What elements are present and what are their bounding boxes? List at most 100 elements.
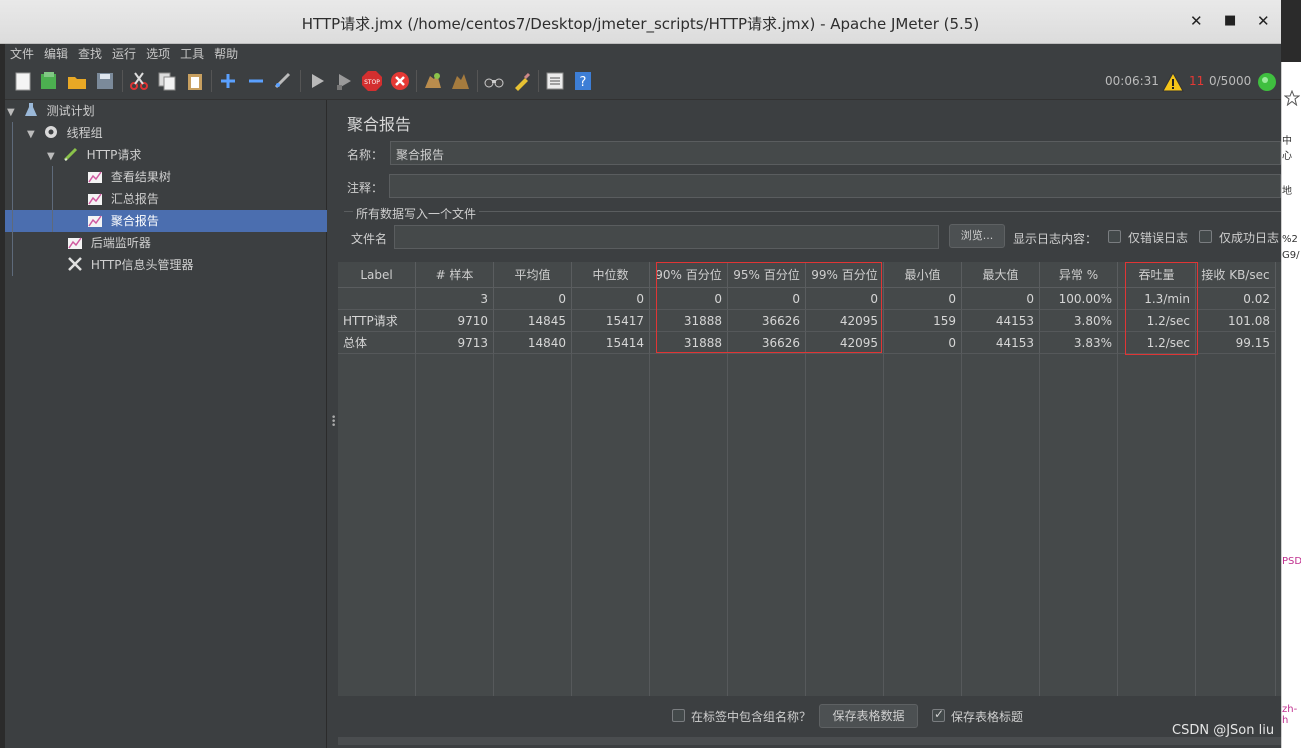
table-cell[interactable]: 14845 <box>494 310 572 332</box>
table-cell[interactable]: 0 <box>962 288 1040 310</box>
paste-icon[interactable] <box>184 70 206 92</box>
tree-item-thread-group[interactable]: ▼ 线程组 <box>27 122 103 144</box>
column-header[interactable]: 吞吐量 <box>1118 262 1196 288</box>
column-header[interactable]: 最小值 <box>884 262 962 288</box>
success-only-checkbox[interactable] <box>1199 230 1212 243</box>
shutdown-icon[interactable] <box>389 70 411 92</box>
tree-item-summary-report[interactable]: 汇总报告 <box>87 188 159 210</box>
comment-input[interactable] <box>389 174 1281 198</box>
collapse-arrow-icon[interactable]: ▼ <box>47 146 59 168</box>
maximize-button[interactable]: ■ <box>1224 13 1236 28</box>
table-cell[interactable]: 42095 <box>806 310 884 332</box>
table-cell[interactable]: 0 <box>728 288 806 310</box>
filename-input[interactable] <box>394 225 939 249</box>
table-cell[interactable]: 100.00% <box>1040 288 1118 310</box>
table-cell[interactable]: 31888 <box>650 332 728 354</box>
help-icon[interactable]: ? <box>572 70 594 92</box>
table-cell[interactable]: 14840 <box>494 332 572 354</box>
column-header[interactable]: 异常 % <box>1040 262 1118 288</box>
table-cell[interactable]: 0 <box>884 288 962 310</box>
tree-item-aggregate-report[interactable]: 聚合报告 <box>87 210 159 232</box>
table-cell[interactable]: 0.02 <box>1196 288 1276 310</box>
start-icon[interactable] <box>306 70 328 92</box>
table-cell[interactable]: 31888 <box>650 310 728 332</box>
new-icon[interactable] <box>12 70 34 92</box>
include-group-name-checkbox[interactable] <box>672 709 685 722</box>
menu-run[interactable]: 运行 <box>107 44 141 62</box>
table-cell[interactable]: 3.83% <box>1040 332 1118 354</box>
table-cell[interactable]: 36626 <box>728 310 806 332</box>
menu-options[interactable]: 选项 <box>141 44 175 62</box>
open-icon[interactable] <box>66 70 88 92</box>
collapse-arrow-icon[interactable]: ▼ <box>7 102 19 124</box>
table-cell[interactable]: 44153 <box>962 332 1040 354</box>
tree-item-backend-listener[interactable]: 后端监听器 <box>67 232 151 254</box>
column-header[interactable]: 接收 KB/sec <box>1196 262 1276 288</box>
menu-file[interactable]: 文件 <box>5 44 39 62</box>
minimize-button[interactable]: ✕ <box>1190 12 1203 30</box>
table-cell[interactable]: 101.08 <box>1196 310 1276 332</box>
table-cell[interactable]: 9713 <box>416 332 494 354</box>
save-table-header-checkbox[interactable] <box>932 707 945 722</box>
tree-item-header-manager[interactable]: HTTP信息头管理器 <box>67 254 194 276</box>
menu-search[interactable]: 查找 <box>73 44 107 62</box>
table-cell[interactable]: 159 <box>884 310 962 332</box>
save-table-data-button[interactable]: 保存表格数据 <box>819 704 918 728</box>
table-cell[interactable]: 36626 <box>728 332 806 354</box>
table-cell[interactable]: 0 <box>884 332 962 354</box>
menu-tools[interactable]: 工具 <box>175 44 209 62</box>
search-binoculars-icon[interactable] <box>483 70 505 92</box>
warning-icon[interactable] <box>1162 71 1184 93</box>
copy-icon[interactable] <box>156 70 178 92</box>
table-cell[interactable]: 42095 <box>806 332 884 354</box>
table-cell[interactable]: 0 <box>572 288 650 310</box>
cut-icon[interactable] <box>128 70 150 92</box>
table-cell[interactable]: 99.15 <box>1196 332 1276 354</box>
column-header[interactable]: 90% 百分位 <box>650 262 728 288</box>
menu-edit[interactable]: 编辑 <box>39 44 73 62</box>
column-header[interactable]: 最大值 <box>962 262 1040 288</box>
column-header[interactable]: # 样本 <box>416 262 494 288</box>
reset-search-icon[interactable] <box>511 70 533 92</box>
browse-button[interactable]: 浏览... <box>949 224 1005 248</box>
clear-icon[interactable] <box>422 70 444 92</box>
table-cell[interactable]: 15417 <box>572 310 650 332</box>
stop-icon[interactable]: STOP <box>361 70 383 92</box>
expand-icon[interactable] <box>217 70 239 92</box>
column-header[interactable]: Label <box>338 262 416 288</box>
table-cell[interactable]: 0 <box>494 288 572 310</box>
table-cell[interactable]: 44153 <box>962 310 1040 332</box>
splitter-grip-icon[interactable]: • • • <box>331 414 336 431</box>
table-cell[interactable]: 9710 <box>416 310 494 332</box>
toggle-icon[interactable] <box>272 70 294 92</box>
column-header[interactable]: 99% 百分位 <box>806 262 884 288</box>
tree-item-view-results-tree[interactable]: 查看结果树 <box>87 166 171 188</box>
collapse-arrow-icon[interactable]: ▼ <box>27 124 39 146</box>
table-cell[interactable]: 15414 <box>572 332 650 354</box>
errors-only-checkbox[interactable] <box>1108 230 1121 243</box>
templates-icon[interactable] <box>38 70 60 92</box>
table-cell[interactable]: 1.2/sec <box>1118 332 1196 354</box>
column-header[interactable]: 平均值 <box>494 262 572 288</box>
tree-item-test-plan[interactable]: ▼ 测试计划 <box>7 100 95 122</box>
table-cell[interactable]: 0 <box>806 288 884 310</box>
table-cell[interactable] <box>338 288 416 310</box>
column-header[interactable]: 中位数 <box>572 262 650 288</box>
table-cell[interactable]: HTTP请求 <box>338 310 416 332</box>
table-cell[interactable]: 1.2/sec <box>1118 310 1196 332</box>
save-icon[interactable] <box>94 70 116 92</box>
tree-item-http-request[interactable]: ▼ HTTP请求 <box>47 144 141 166</box>
table-cell[interactable]: 总体 <box>338 332 416 354</box>
horizontal-scrollbar[interactable] <box>338 737 1281 745</box>
name-input[interactable]: 聚合报告 <box>390 141 1281 165</box>
clear-all-icon[interactable] <box>450 70 472 92</box>
collapse-icon[interactable] <box>245 70 267 92</box>
table-cell[interactable]: 0 <box>650 288 728 310</box>
table-cell[interactable]: 3.80% <box>1040 310 1118 332</box>
menu-help[interactable]: 帮助 <box>209 44 243 62</box>
close-button[interactable]: ✕ <box>1257 12 1270 30</box>
start-no-pause-icon[interactable] <box>333 70 355 92</box>
table-cell[interactable]: 3 <box>416 288 494 310</box>
function-helper-icon[interactable] <box>544 70 566 92</box>
column-header[interactable]: 95% 百分位 <box>728 262 806 288</box>
